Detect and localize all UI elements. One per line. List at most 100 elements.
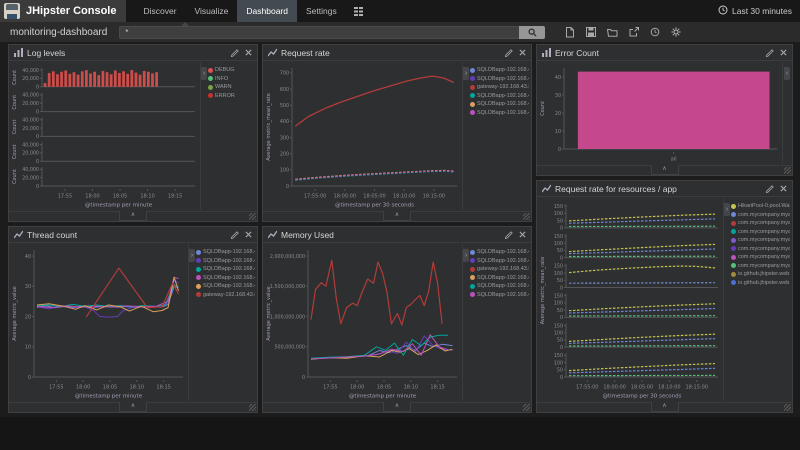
- legend-item[interactable]: SQLDBapp-192.168.4...: [196, 275, 255, 281]
- legend-item[interactable]: SQLDBapp-192.168.4...: [470, 110, 529, 116]
- nav-item-dashboard[interactable]: Dashboard: [237, 0, 297, 22]
- legend-color-dot: [470, 275, 475, 280]
- resize-handle[interactable]: [784, 404, 791, 411]
- error-count-chart: 010203040Countall: [538, 62, 782, 164]
- legend-item[interactable]: gateway-192.168.43.8...: [196, 292, 255, 298]
- dashboard-title: monitoring-dashboard: [10, 27, 107, 38]
- svg-text:18:05: 18:05: [103, 385, 117, 391]
- legend-item[interactable]: gateway-192.168.43.8...: [470, 266, 529, 272]
- legend-label: SQLDBapp-192.168.4...: [477, 110, 529, 116]
- panel-header[interactable]: Thread count: [9, 227, 257, 243]
- legend-item[interactable]: DEBUG: [208, 67, 255, 73]
- legend-item[interactable]: com.mycompany.myap...: [731, 212, 790, 218]
- svg-text:17:55: 17:55: [49, 385, 63, 391]
- collapse-panel-button[interactable]: ∧: [383, 402, 411, 412]
- load-dashboard-icon[interactable]: [607, 28, 618, 37]
- legend-item[interactable]: SQLDBapp-192.168.4...: [470, 258, 529, 264]
- legend-item[interactable]: SQLDBapp-192.168.4...: [470, 292, 529, 298]
- collapse-panel-button[interactable]: ∧: [119, 211, 147, 221]
- time-picker[interactable]: Last 30 minutes: [718, 0, 800, 22]
- brand[interactable]: JHipster Console: [0, 0, 126, 22]
- legend-item[interactable]: gateway-192.168.43.8...: [470, 84, 529, 90]
- edit-panel-icon[interactable]: [766, 185, 774, 193]
- legend-item[interactable]: com.mycompany.myap...: [731, 254, 790, 260]
- remove-panel-icon[interactable]: [780, 185, 787, 192]
- panel-header[interactable]: Memory Used: [263, 227, 531, 243]
- resize-handle[interactable]: [249, 404, 256, 411]
- legend-toggle-icon[interactable]: ‹: [784, 67, 790, 80]
- edit-panel-icon[interactable]: [505, 49, 513, 57]
- legend-item[interactable]: SQLDBapp-192.168.4...: [470, 249, 529, 255]
- legend-item[interactable]: com.mycompany.myap...: [731, 229, 790, 235]
- legend-item[interactable]: SQLDBapp-192.168.4...: [196, 249, 255, 255]
- new-dashboard-icon[interactable]: [565, 27, 575, 38]
- remove-panel-icon[interactable]: [780, 49, 787, 56]
- collapse-panel-button[interactable]: ∧: [651, 402, 679, 412]
- svg-text:18:10:00: 18:10:00: [393, 194, 415, 200]
- legend-item[interactable]: SQLDBapp-192.168.4...: [470, 101, 529, 107]
- legend-toggle-icon[interactable]: ›: [724, 203, 730, 216]
- legend-item[interactable]: io.github.jhipster.web.r...: [731, 271, 790, 277]
- edit-panel-icon[interactable]: [231, 231, 239, 239]
- nav-item-visualize[interactable]: Visualize: [186, 0, 238, 22]
- search-button[interactable]: [519, 26, 545, 39]
- remove-panel-icon[interactable]: [245, 231, 252, 238]
- legend-toggle-icon[interactable]: ›: [463, 67, 469, 80]
- settings-gear-icon[interactable]: [671, 27, 681, 37]
- panel-header[interactable]: Request rate: [263, 45, 531, 61]
- time-range-label: Last 30 minutes: [732, 6, 792, 16]
- legend-item[interactable]: SQLDBapp-192.168.4...: [196, 258, 255, 264]
- legend-item[interactable]: ERROR: [208, 93, 255, 99]
- search-input[interactable]: [119, 26, 519, 39]
- legend-item[interactable]: SQLDBapp-192.168.4...: [470, 76, 529, 82]
- legend-item[interactable]: com.mycompany.myap...: [731, 220, 790, 226]
- panel-title: Thread count: [27, 230, 77, 240]
- legend-item[interactable]: INFO: [208, 76, 255, 82]
- svg-text:0: 0: [560, 345, 563, 351]
- nav-item-discover[interactable]: Discover: [134, 0, 185, 22]
- edit-panel-icon[interactable]: [766, 49, 774, 57]
- remove-panel-icon[interactable]: [519, 49, 526, 56]
- remove-panel-icon[interactable]: [519, 231, 526, 238]
- panel-header[interactable]: Log levels: [9, 45, 257, 61]
- legend-color-dot: [470, 76, 475, 81]
- collapse-panel-button[interactable]: ∧: [651, 165, 679, 175]
- legend-item[interactable]: WARN: [208, 84, 255, 90]
- collapse-panel-button[interactable]: ∧: [119, 402, 147, 412]
- svg-text:0: 0: [36, 159, 39, 165]
- legend-color-dot: [470, 85, 475, 90]
- legend-item[interactable]: com.mycompany.myap...: [731, 246, 790, 252]
- legend-item[interactable]: SQLDBapp-192.168.4...: [196, 283, 255, 289]
- refresh-interval-icon[interactable]: [650, 27, 660, 37]
- legend-item[interactable]: SQLDBapp-192.168.4...: [470, 283, 529, 289]
- share-dashboard-icon[interactable]: [629, 27, 639, 37]
- legend-item[interactable]: SQLDBapp-192.168.4...: [470, 275, 529, 281]
- legend-toggle-icon[interactable]: ›: [201, 67, 207, 80]
- panel-header[interactable]: Error Count: [537, 45, 792, 61]
- svg-text:20: 20: [25, 314, 31, 320]
- legend-item[interactable]: HikariPool-0.pool.Wait: [731, 203, 790, 209]
- legend-item[interactable]: SQLDBapp-192.168.4...: [470, 67, 529, 73]
- resize-handle[interactable]: [523, 213, 530, 220]
- remove-panel-icon[interactable]: [245, 49, 252, 56]
- legend-item[interactable]: com.mycompany.myap...: [731, 237, 790, 243]
- svg-text:20,000: 20,000: [22, 101, 39, 107]
- resize-handle[interactable]: [249, 213, 256, 220]
- panel-header[interactable]: Request rate for resources / app: [537, 181, 792, 197]
- edit-panel-icon[interactable]: [231, 49, 239, 57]
- save-dashboard-icon[interactable]: [586, 27, 596, 37]
- apps-menu-icon[interactable]: [346, 0, 371, 22]
- legend-item[interactable]: SQLDBapp-192.168.4...: [196, 266, 255, 272]
- nav-item-settings[interactable]: Settings: [297, 0, 346, 22]
- legend-item[interactable]: SQLDBapp-192.168.4...: [470, 93, 529, 99]
- edit-panel-icon[interactable]: [505, 231, 513, 239]
- resize-handle[interactable]: [523, 404, 530, 411]
- resize-handle[interactable]: [784, 167, 791, 174]
- collapse-panel-button[interactable]: ∧: [383, 211, 411, 221]
- svg-text:40: 40: [555, 75, 561, 81]
- legend-item[interactable]: com.mycompany.myap...: [731, 263, 790, 269]
- legend-item[interactable]: io.github.jhipster.web.r...: [731, 280, 790, 286]
- legend-toggle-icon[interactable]: ›: [463, 249, 469, 262]
- legend-color-dot: [470, 284, 475, 289]
- legend-toggle-icon[interactable]: ›: [189, 249, 195, 262]
